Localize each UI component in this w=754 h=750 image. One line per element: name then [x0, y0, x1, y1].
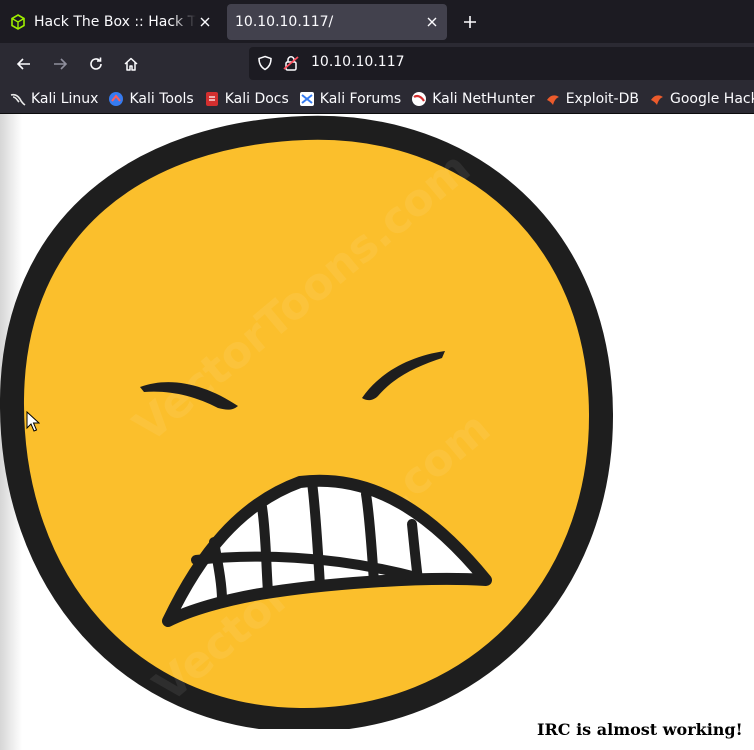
bookmark-label: Kali NetHunter [432, 90, 535, 107]
exploit-db-icon [546, 94, 559, 105]
home-button[interactable] [118, 51, 144, 77]
bookmark-label: Kali Tools [129, 90, 194, 107]
cube-icon [11, 14, 25, 30]
bookmark-label: Kali Linux [31, 90, 99, 107]
page-viewport: VectorToons.com VectorToons.com IRC is a… [0, 114, 754, 750]
bookmark-kali-forums[interactable]: Kali Forums [299, 91, 401, 107]
home-icon [124, 57, 138, 71]
forward-button[interactable] [47, 51, 73, 77]
address-bar[interactable]: 10.10.10.117 [249, 47, 754, 80]
tab-title: Hack The Box :: Hack The Box [34, 14, 196, 30]
kali-docs-icon [205, 91, 218, 106]
insecure-lock-icon[interactable] [283, 55, 299, 71]
tab-current[interactable]: 10.10.10.117/ [227, 4, 447, 40]
bookmark-kali-nethunter[interactable]: Kali NetHunter [411, 90, 535, 107]
angry-grimacing-face-image: VectorToons.com VectorToons.com [0, 115, 614, 729]
bookmark-kali-linux[interactable]: Kali Linux [10, 91, 98, 107]
tab-hack-the-box[interactable]: Hack The Box :: Hack The Box [2, 4, 220, 40]
bookmark-label: Google Hacking DB [669, 90, 754, 107]
close-tab-icon[interactable] [196, 13, 214, 31]
bookmark-google-hacking-db[interactable]: Google Hacking DB [649, 91, 754, 107]
tab-title: 10.10.10.117/ [235, 14, 334, 30]
face-head [0, 115, 614, 729]
bookmarks-toolbar: Kali Linux Kali Tools Kali Docs Kali For… [0, 84, 754, 114]
bookmark-label: Kali Forums [319, 90, 402, 107]
kali-tools-icon [109, 91, 124, 106]
close-tab-icon[interactable] [423, 13, 441, 31]
back-button[interactable] [11, 51, 37, 77]
shield-icon[interactable] [257, 55, 273, 71]
bookmark-kali-tools[interactable]: Kali Tools [108, 90, 194, 107]
arrow-left-icon [16, 58, 30, 70]
bookmark-label: Exploit-DB [565, 90, 639, 107]
tab-strip: Hack The Box :: Hack The Box 10.10.10.11… [0, 0, 754, 43]
nethunter-icon [412, 91, 427, 106]
arrow-right-icon [54, 58, 68, 70]
irc-message: IRC is almost working! [537, 720, 743, 739]
mouse-cursor-icon [26, 411, 40, 432]
bookmark-label: Kali Docs [224, 90, 289, 107]
bookmark-kali-docs[interactable]: Kali Docs [204, 91, 289, 107]
kali-dragon-icon [10, 93, 26, 106]
reload-icon [90, 57, 102, 70]
kali-forums-icon [299, 91, 314, 106]
bookmark-exploit-db[interactable]: Exploit-DB [545, 91, 639, 107]
ghdb-icon [650, 94, 663, 105]
reload-button[interactable] [83, 51, 109, 77]
new-tab-button[interactable] [458, 10, 482, 34]
plus-icon [464, 16, 476, 28]
url-text: 10.10.10.117 [311, 54, 405, 70]
